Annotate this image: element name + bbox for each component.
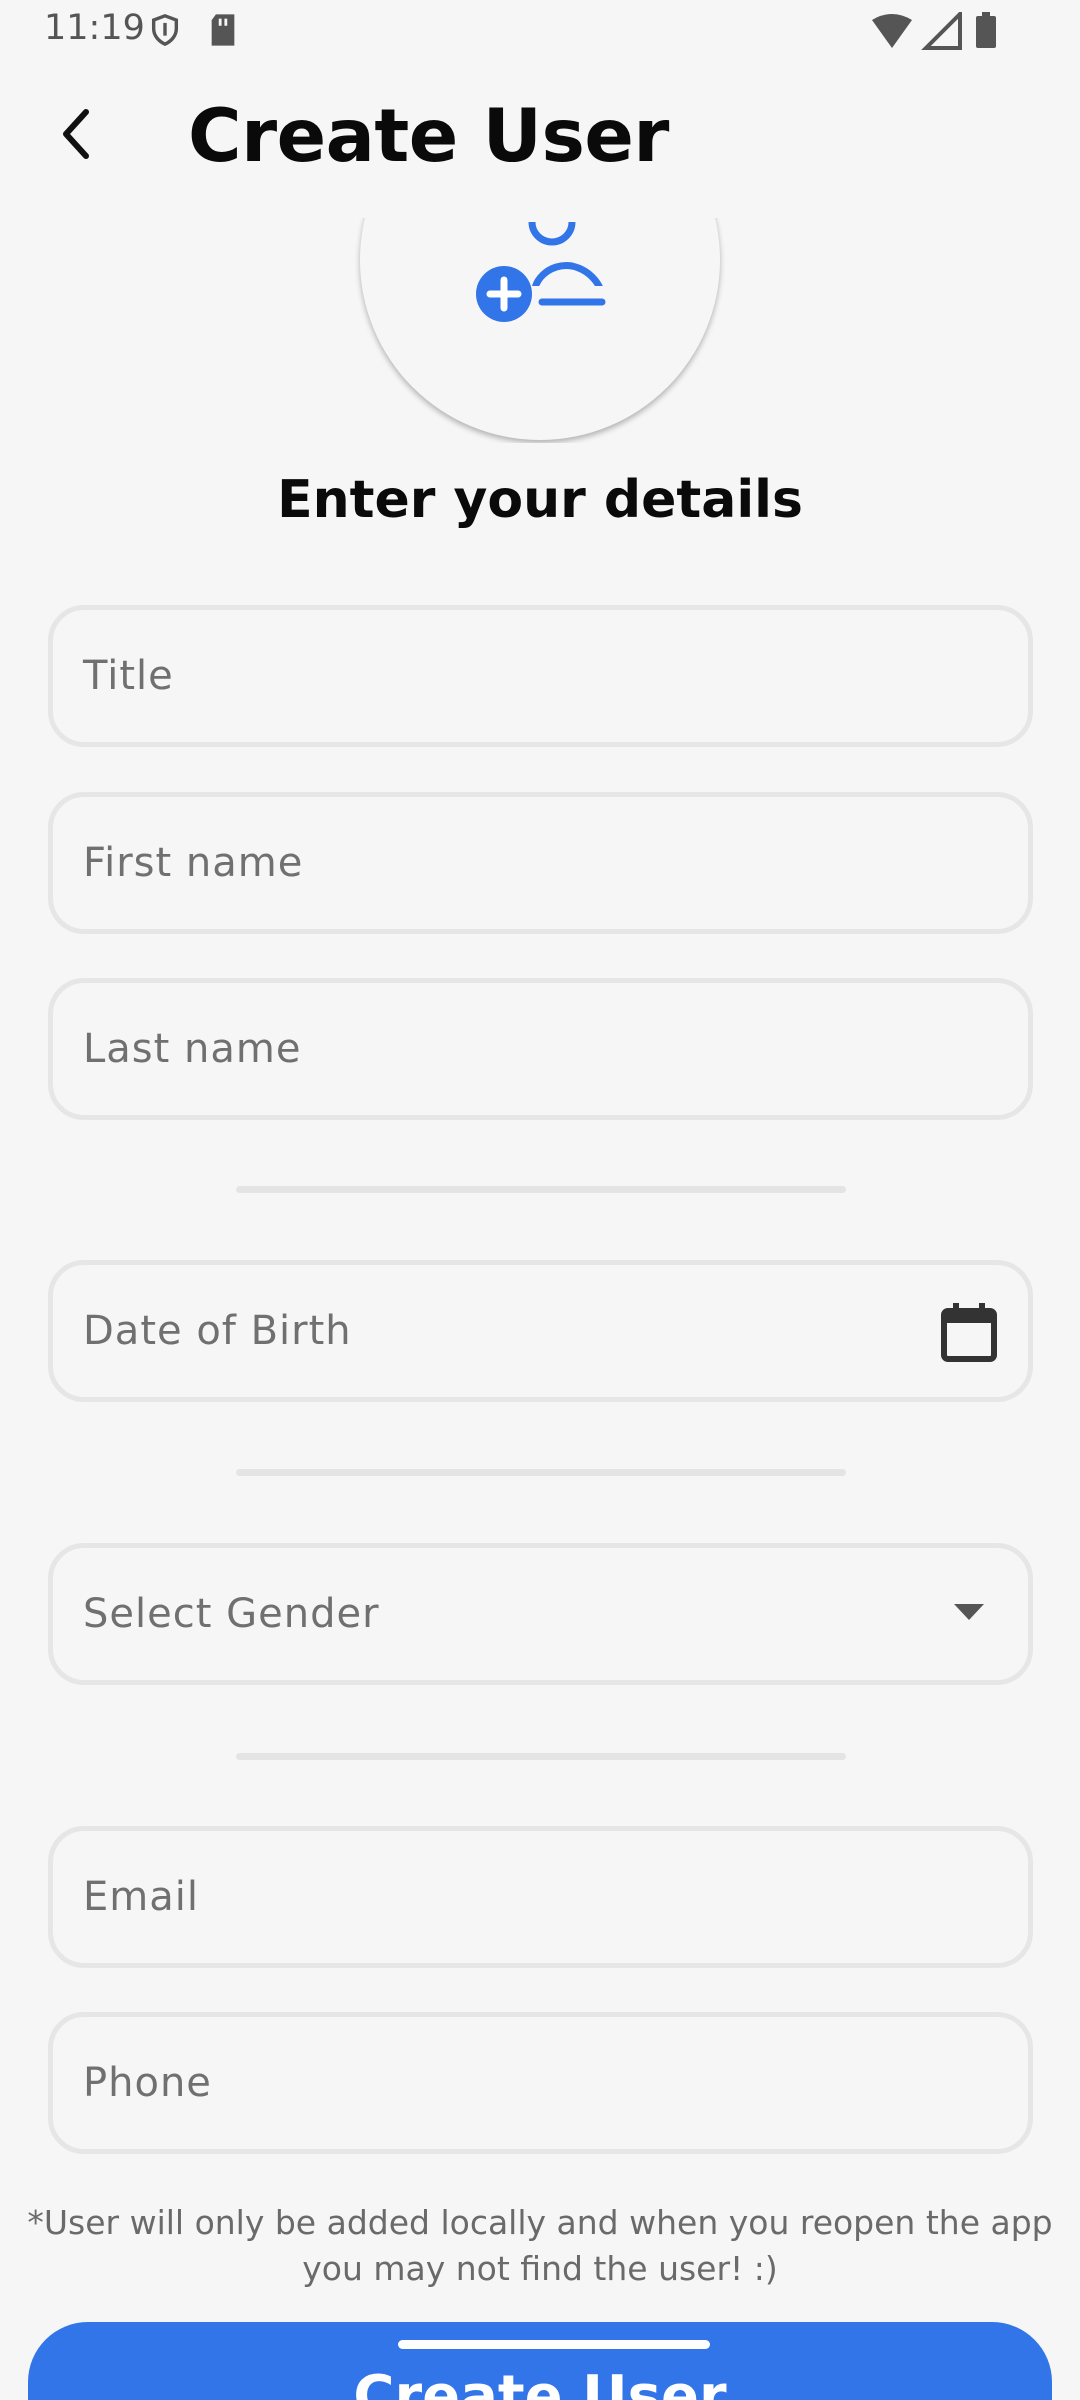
phone-placeholder: Phone: [83, 2060, 212, 2106]
status-bar: 11:19: [0, 0, 1080, 60]
title-field[interactable]: Title: [48, 605, 1033, 747]
create-user-screen: 11:19 Create User Enter your details Tit…: [0, 0, 1080, 2400]
back-button[interactable]: [40, 100, 112, 172]
shield-icon: [148, 13, 182, 51]
sd-card-icon: [208, 13, 238, 51]
last-name-placeholder: Last name: [83, 1026, 302, 1072]
chevron-left-icon: [56, 106, 96, 166]
avatar-area: [0, 218, 1080, 443]
email-field[interactable]: Email: [48, 1826, 1033, 1968]
divider: [236, 1186, 846, 1193]
gender-placeholder: Select Gender: [83, 1591, 380, 1637]
last-name-field[interactable]: Last name: [48, 978, 1033, 1120]
status-icons-right: [870, 9, 1040, 54]
status-time: 11:19: [44, 8, 145, 48]
phone-field[interactable]: Phone: [48, 2012, 1033, 2154]
create-user-button-label: Create User: [353, 2364, 727, 2400]
divider: [236, 1469, 846, 1476]
section-heading: Enter your details: [277, 470, 803, 530]
create-user-button[interactable]: Create User: [28, 2322, 1052, 2400]
page-title: Create User: [188, 94, 669, 179]
app-bar: Create User: [0, 80, 1080, 192]
button-underline: [398, 2340, 710, 2349]
first-name-field[interactable]: First name: [48, 792, 1033, 934]
email-placeholder: Email: [83, 1874, 199, 1920]
dropdown-arrow-icon: [954, 1604, 984, 1626]
divider: [236, 1753, 846, 1760]
wifi-icon: [872, 14, 912, 48]
battery-icon: [976, 12, 996, 48]
gender-select[interactable]: Select Gender: [48, 1543, 1033, 1685]
date-of-birth-field[interactable]: Date of Birth: [48, 1260, 1033, 1402]
cell-signal-icon: [921, 9, 962, 50]
add-user-icon: [470, 218, 610, 332]
local-storage-note: *User will only be added locally and whe…: [27, 2203, 1053, 2288]
date-of-birth-placeholder: Date of Birth: [83, 1308, 352, 1354]
first-name-placeholder: First name: [83, 840, 304, 886]
calendar-icon[interactable]: [940, 1301, 998, 1367]
title-placeholder: Title: [83, 653, 174, 699]
